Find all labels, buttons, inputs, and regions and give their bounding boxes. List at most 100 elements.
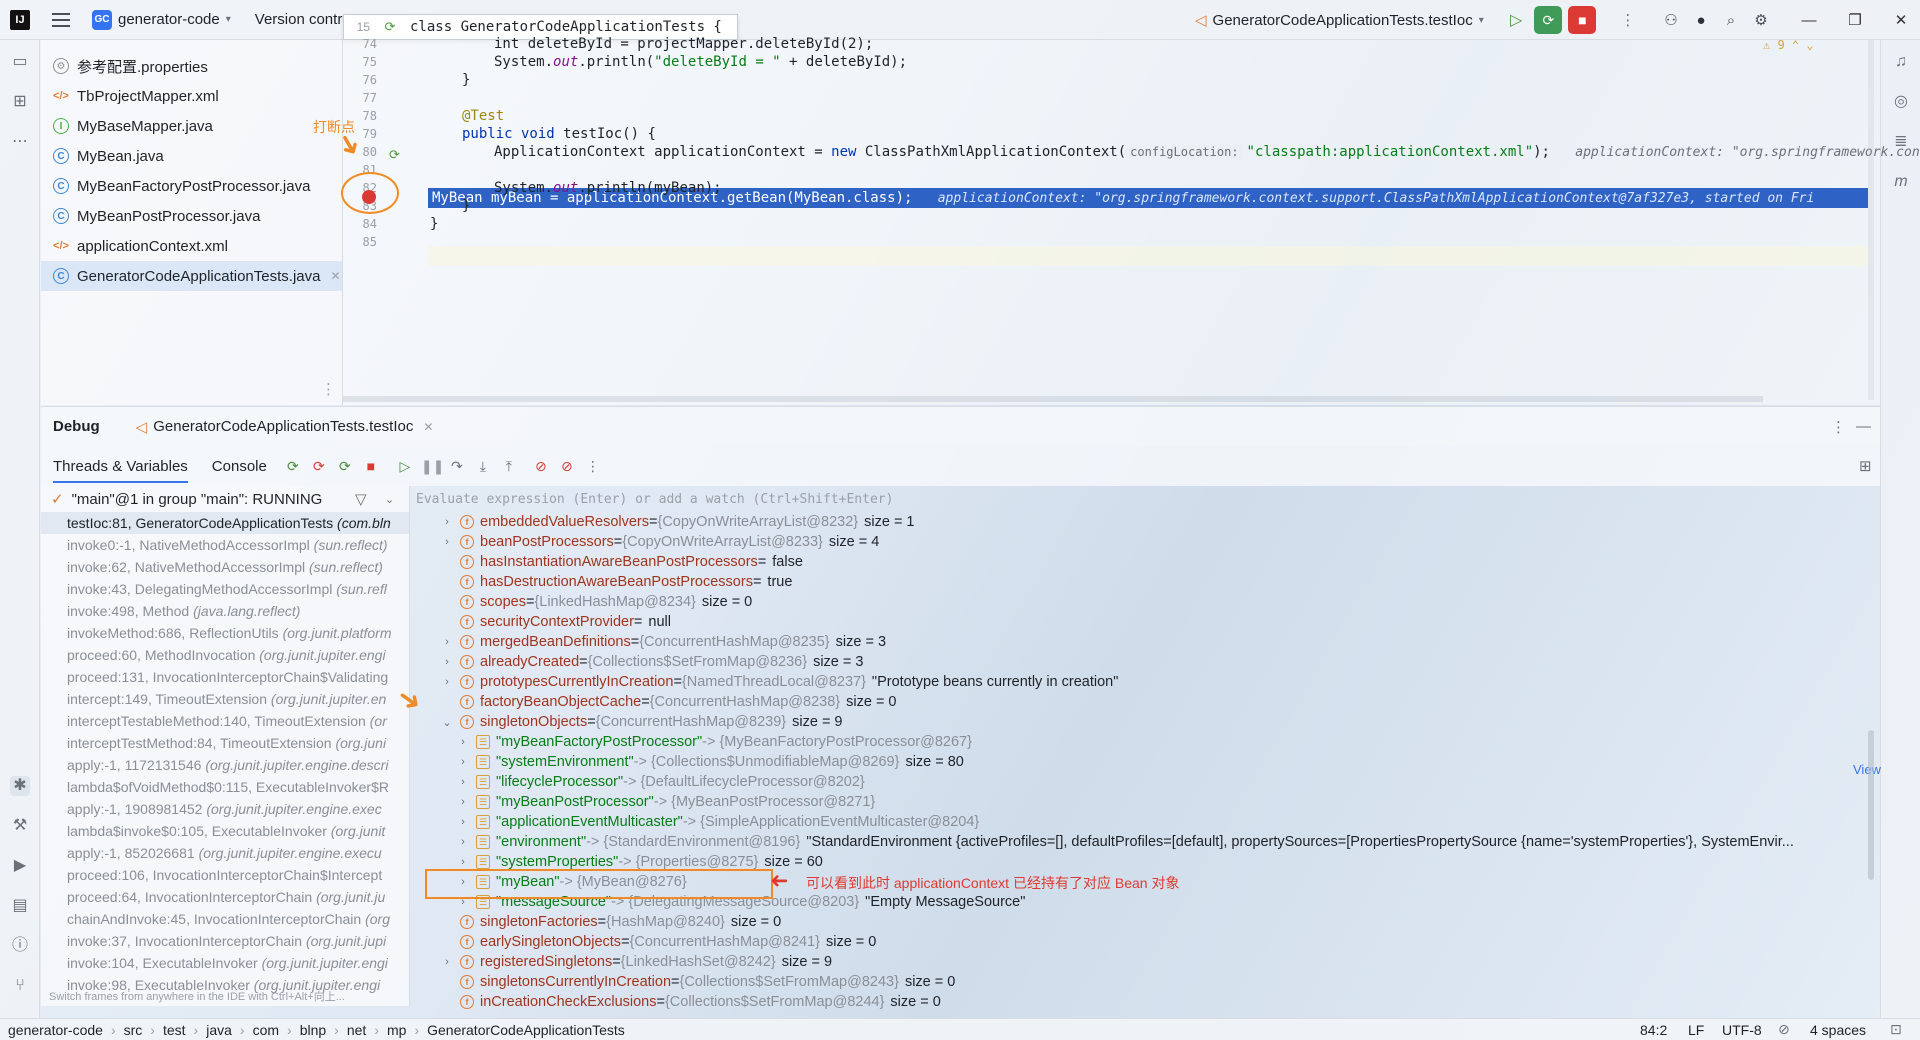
stack-frame[interactable]: invoke:498, Method (java.lang.reflect) <box>41 600 409 622</box>
close-icon[interactable]: ✕ <box>423 420 433 434</box>
mute-breakpoints-icon[interactable]: ⊘ <box>557 458 577 475</box>
stack-frame[interactable]: invoke:43, DelegatingMethodAccessorImpl … <box>41 578 409 600</box>
tree-item[interactable]: C MyBean.java <box>41 141 342 171</box>
horizontal-scrollbar[interactable] <box>343 396 1763 402</box>
tree-item[interactable]: I MyBaseMapper.java <box>41 111 342 141</box>
view-breakpoints-icon[interactable]: ⊘ <box>531 458 551 475</box>
variable-row[interactable]: › f mergedBeanDefinitions = {ConcurrentHas… <box>410 632 1880 652</box>
chevron-right-icon[interactable]: › <box>456 776 470 788</box>
stack-frame[interactable]: interceptTestableMethod:140, TimeoutExte… <box>41 710 409 732</box>
evaluate-expression-input[interactable]: Evaluate expression (Enter) or add a wat… <box>410 486 1880 512</box>
git-icon[interactable]: ⑂ <box>10 976 30 996</box>
pause-icon[interactable]: ❚❚ <box>421 458 444 475</box>
breadcrumb-item[interactable]: java <box>206 1022 232 1038</box>
vertical-scrollbar[interactable] <box>1868 40 1874 400</box>
rerun-failed-icon[interactable]: ⟳ <box>309 458 329 475</box>
breadcrumb-item[interactable]: mp <box>387 1022 406 1038</box>
run-configuration[interactable]: ◁ GeneratorCodeApplicationTests.testIoc … <box>1195 0 1484 40</box>
breadcrumb-item[interactable]: GeneratorCodeApplicationTests <box>427 1022 625 1038</box>
layout-icon[interactable]: ⊞ <box>1859 457 1872 475</box>
warnings-indicator[interactable]: ⚠ 9 ⌃ ⌄ <box>1763 38 1814 52</box>
chevron-right-icon[interactable]: › <box>456 856 470 868</box>
version-control-menu[interactable]: Version contro <box>255 11 351 28</box>
terminal-icon[interactable]: ▤ <box>10 896 30 916</box>
more-icon[interactable]: ⋮ <box>1620 11 1635 29</box>
copilot-icon[interactable]: ● <box>1686 12 1716 29</box>
variable-row[interactable]: f scopes = {LinkedHashMap@8234} size = 0 <box>410 592 1880 612</box>
step-over-icon[interactable]: ↷ <box>447 458 467 475</box>
notifications-icon[interactable]: ♫ <box>1891 52 1911 72</box>
stack-frame[interactable]: interceptTestMethod:84, TimeoutExtension… <box>41 732 409 754</box>
stop-button[interactable]: ■ <box>1568 6 1597 34</box>
line-separator[interactable]: LF <box>1688 1022 1704 1038</box>
maven-icon[interactable]: m <box>1891 172 1911 192</box>
variable-row[interactable]: › f prototypesCurrentlyInCreation = {Named… <box>410 672 1880 692</box>
variable-row[interactable]: f singletonFactories = {HashMap@8240} size… <box>410 912 1880 932</box>
variable-row[interactable]: › ☰ "myBeanFactoryPostProcessor" -> {MyBea… <box>410 732 1880 752</box>
structure-icon[interactable]: ⊞ <box>10 92 30 112</box>
breadcrumb-item[interactable]: test <box>163 1022 186 1038</box>
more-tools-icon[interactable]: ⋯ <box>10 132 30 152</box>
lock-icon[interactable]: ⊡ <box>1890 1021 1902 1038</box>
stack-frame[interactable]: lambda$ofVoidMethod$0:115, ExecutableInv… <box>41 776 409 798</box>
rerun-icon[interactable]: ⟳ <box>335 458 355 475</box>
chevron-right-icon[interactable]: › <box>440 656 454 668</box>
stack-frame[interactable]: apply:-1, 1172131546 (org.junit.jupiter.… <box>41 754 409 776</box>
variable-row[interactable]: f securityContextProvider = null <box>410 612 1880 632</box>
minimize-panel-icon[interactable]: — <box>1856 418 1871 435</box>
stack-frame[interactable]: proceed:106, InvocationInterceptorChain$… <box>41 864 409 886</box>
view-link[interactable]: View <box>1853 762 1881 777</box>
stack-frame[interactable]: testIoc:81, GeneratorCodeApplicationTest… <box>41 512 409 534</box>
ai-assistant-icon[interactable]: ◎ <box>1891 92 1911 112</box>
folder-icon[interactable]: ▭ <box>10 52 30 72</box>
resume-icon[interactable]: ▷ <box>1510 10 1522 30</box>
stack-frame[interactable]: invoke:37, InvocationInterceptorChain (o… <box>41 930 409 952</box>
chevron-right-icon[interactable]: › <box>440 956 454 968</box>
rerun-icon[interactable]: ⟳ <box>283 458 303 475</box>
breadcrumb-item[interactable]: blnp <box>300 1022 326 1038</box>
tree-item[interactable]: </> applicationContext.xml <box>41 231 342 261</box>
file-encoding[interactable]: UTF-8 <box>1722 1022 1762 1038</box>
variable-row[interactable]: › ☰ "lifecycleProcessor" -> {DefaultLifecy… <box>410 772 1880 792</box>
chevron-right-icon[interactable]: › <box>440 636 454 648</box>
close-button[interactable]: ✕ <box>1878 11 1920 29</box>
run-test-gutter-icon[interactable]: ⟳ <box>389 148 400 163</box>
chevron-down-icon[interactable]: ⌄ <box>385 493 394 506</box>
code-editor[interactable]: MyBean myBean = applicationContext.getBe… <box>343 36 1920 405</box>
debug-session-tab[interactable]: GeneratorCodeApplicationTests.testIoc <box>153 418 413 435</box>
problems-icon[interactable]: ⓘ <box>10 936 30 956</box>
debug-icon[interactable]: ✱ <box>10 776 30 796</box>
filter-icon[interactable]: ▽ <box>355 490 367 508</box>
stack-frame[interactable]: invoke:62, NativeMethodAccessorImpl (sun… <box>41 556 409 578</box>
chevron-right-icon[interactable]: › <box>440 516 454 528</box>
variable-row[interactable]: f factoryBeanObjectCache = {ConcurrentHas… <box>410 692 1880 712</box>
main-menu-icon[interactable] <box>52 12 70 27</box>
chevron-right-icon[interactable]: › <box>456 836 470 848</box>
variable-row[interactable]: › ☰ "systemEnvironment" -> {Collections$Un… <box>410 752 1880 772</box>
variables-scrollbar[interactable] <box>1868 730 1874 880</box>
breadcrumb-item[interactable]: src <box>124 1022 143 1038</box>
close-icon[interactable]: ✕ <box>330 269 340 283</box>
breadcrumb-item[interactable]: net <box>347 1022 366 1038</box>
chevron-down-icon[interactable]: ▾ <box>226 14 231 25</box>
stack-frame[interactable]: proceed:131, InvocationInterceptorChain$… <box>41 666 409 688</box>
rerun-debug-button[interactable]: ⟳ <box>1534 6 1563 34</box>
minimize-button[interactable]: — <box>1786 12 1832 29</box>
stack-frame[interactable]: invoke0:-1, NativeMethodAccessorImpl (su… <box>41 534 409 556</box>
variable-row[interactable]: f hasInstantiationAwareBeanPostProcessors… <box>410 552 1880 572</box>
chevron-right-icon[interactable]: › <box>456 796 470 808</box>
variable-row[interactable]: › ☰ "environment" -> {StandardEnvironment@… <box>410 832 1880 852</box>
more-icon[interactable]: ⋮ <box>321 380 336 398</box>
chevron-down-icon[interactable]: ⌄ <box>440 716 454 729</box>
services-icon[interactable]: ▶ <box>10 856 30 876</box>
variable-row[interactable]: › ☰ "applicationEventMulticaster" -> {Simp… <box>410 812 1880 832</box>
chevron-right-icon[interactable]: › <box>456 756 470 768</box>
intellij-logo-icon[interactable]: IJ <box>10 9 30 30</box>
breadcrumb-item[interactable]: generator-code <box>8 1022 103 1038</box>
project-name[interactable]: generator-code <box>118 11 220 28</box>
chevron-right-icon[interactable]: › <box>440 676 454 688</box>
tree-item[interactable]: C MyBeanPostProcessor.java <box>41 201 342 231</box>
step-out-icon[interactable]: ⤒ <box>499 458 519 475</box>
variable-row[interactable]: f hasDestructionAwareBeanPostProcessors =… <box>410 572 1880 592</box>
add-user-icon[interactable]: ⚇ <box>1656 11 1686 29</box>
